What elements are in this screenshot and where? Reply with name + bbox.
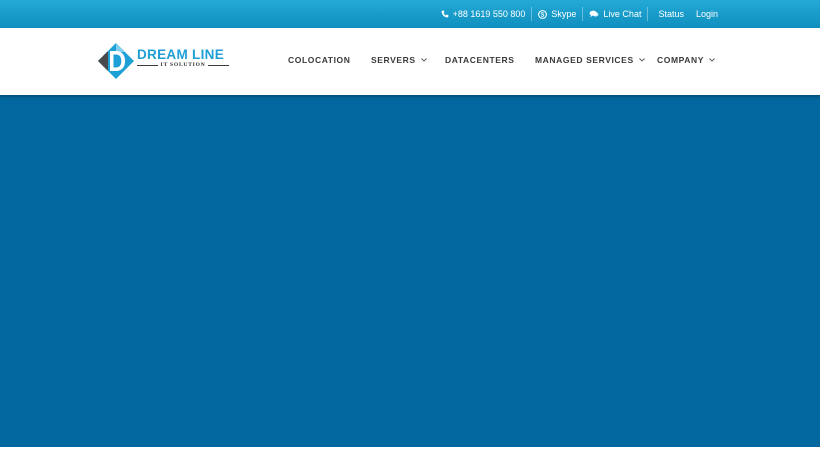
nav-managed-services-label: MANAGED SERVICES: [535, 55, 634, 65]
skype-link[interactable]: Skype: [532, 7, 584, 21]
top-bar: +88 1619 550 800 Skype Live Chat Status …: [0, 0, 820, 28]
chevron-down-icon: [709, 58, 715, 62]
logo-subtitle-text: IT SOLUTION: [160, 62, 206, 68]
chevron-down-icon: [638, 58, 645, 62]
nav-colocation-label: COLOCATION: [288, 55, 351, 65]
login-link[interactable]: Login: [690, 7, 724, 21]
nav-company[interactable]: COMPANY: [657, 55, 715, 65]
chat-icon: [590, 10, 599, 18]
logo-mark-icon: [98, 43, 134, 79]
logo[interactable]: DREAM LINE IT SOLUTION: [97, 42, 237, 80]
top-links: +88 1619 550 800 Skype Live Chat Status …: [435, 0, 724, 28]
skype-icon: [538, 9, 548, 19]
phone-link[interactable]: +88 1619 550 800: [435, 7, 533, 21]
status-label: Status: [658, 9, 684, 19]
nav-company-label: COMPANY: [657, 55, 705, 65]
live-chat-link[interactable]: Live Chat: [583, 7, 649, 21]
live-chat-label: Live Chat: [603, 9, 642, 19]
skype-label: Skype: [551, 9, 577, 19]
nav-datacenters-label: DATACENTERS: [445, 55, 515, 65]
hero-banner: [0, 95, 820, 447]
logo-divider-left: [137, 64, 158, 66]
logo-divider-right: [208, 64, 230, 66]
logo-title: DREAM LINE: [137, 47, 224, 62]
phone-icon: [441, 10, 448, 18]
nav-colocation[interactable]: COLOCATION: [288, 55, 351, 65]
page-bottom: [0, 447, 820, 461]
nav-datacenters[interactable]: DATACENTERS: [445, 55, 515, 65]
chevron-down-icon: [420, 58, 427, 62]
nav-servers[interactable]: SERVERS: [371, 55, 427, 65]
status-link[interactable]: Status: [648, 7, 690, 21]
logo-subtitle: IT SOLUTION: [137, 62, 230, 68]
phone-number: +88 1619 550 800: [452, 9, 526, 19]
hero-shadow: [0, 95, 820, 101]
login-label: Login: [695, 9, 718, 19]
nav-servers-label: SERVERS: [371, 55, 416, 65]
nav-managed-services[interactable]: MANAGED SERVICES: [535, 55, 645, 65]
site-header: DREAM LINE IT SOLUTION COLOCATION SERVER…: [0, 28, 820, 95]
